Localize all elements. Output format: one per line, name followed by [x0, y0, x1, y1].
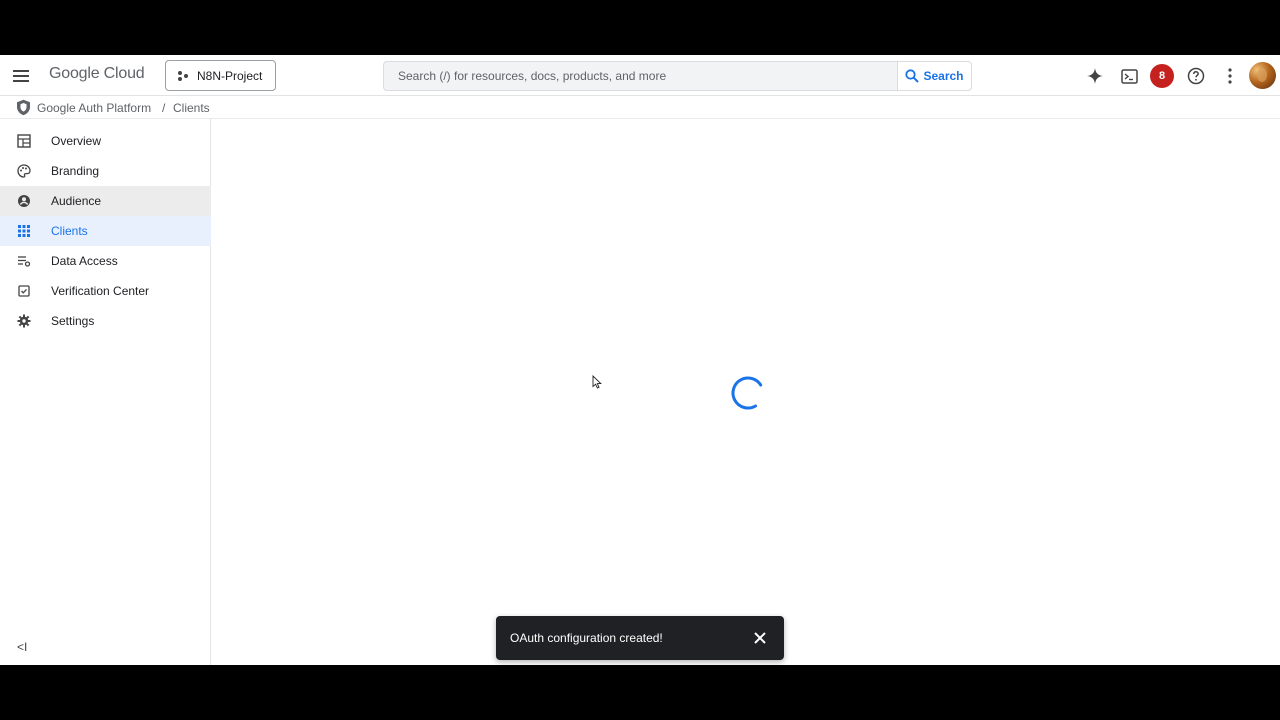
google-cloud-logo[interactable]: Google Cloud	[49, 65, 145, 83]
notifications-badge[interactable]: 8	[1150, 64, 1174, 88]
search-button-label: Search	[923, 69, 964, 83]
sidebar-item-label: Settings	[51, 314, 95, 328]
breadcrumb-root[interactable]: Google Auth Platform	[37, 101, 151, 115]
help-icon[interactable]	[1183, 63, 1209, 89]
cloud-console-window: Google Cloud N8N-Project Search 8	[0, 55, 1280, 665]
project-nodes-icon	[178, 70, 188, 81]
apps-grid-icon	[18, 225, 30, 237]
dashboard-icon	[17, 134, 31, 148]
logo-cloud-text: Cloud	[103, 65, 145, 82]
sidebar-item-clients[interactable]: Clients	[0, 216, 211, 246]
search-icon	[905, 69, 920, 83]
sidebar-item-data-access[interactable]: Data Access	[0, 246, 211, 276]
sidebar-item-verification-center[interactable]: Verification Center	[0, 276, 211, 306]
top-right-toolbar: 8	[1082, 63, 1251, 89]
more-vert-icon[interactable]	[1217, 63, 1243, 89]
data-access-icon	[18, 256, 31, 267]
search-input[interactable]	[398, 69, 897, 83]
sidebar-item-overview[interactable]: Overview	[0, 126, 211, 156]
breadcrumb: Google Auth Platform / Clients	[0, 96, 1280, 119]
mouse-cursor-icon	[592, 375, 602, 389]
breadcrumb-current[interactable]: Clients	[173, 101, 210, 115]
search-button[interactable]: Search	[897, 61, 972, 91]
letterbox-bottom	[0, 665, 1280, 720]
user-avatar[interactable]	[1249, 62, 1276, 89]
sidebar-item-label: Overview	[51, 134, 102, 148]
verification-icon	[18, 285, 30, 297]
gear-icon	[17, 314, 31, 328]
sidebar-item-label: Verification Center	[51, 284, 150, 298]
sidebar-item-label: Audience	[51, 194, 102, 208]
sidebar-item-label: Branding	[51, 164, 100, 178]
navigation-menu-icon[interactable]	[10, 65, 32, 87]
shield-icon	[17, 99, 30, 116]
sidebar-item-audience[interactable]: Audience	[0, 186, 211, 216]
sidebar-item-label: Clients	[51, 224, 88, 238]
sidebar: Overview Branding Audience Clients Data …	[0, 119, 211, 665]
main-content	[212, 119, 1280, 665]
sidebar-item-label: Data Access	[51, 254, 118, 268]
letterbox-top	[0, 0, 1280, 55]
snackbar-message: OAuth configuration created!	[510, 631, 663, 645]
gemini-sparkle-icon[interactable]	[1082, 63, 1108, 89]
logo-google-text: Google	[49, 65, 100, 82]
cloud-shell-terminal-icon[interactable]	[1116, 63, 1142, 89]
sidebar-item-settings[interactable]: Settings	[0, 306, 211, 336]
palette-icon	[17, 164, 31, 178]
project-name: N8N-Project	[197, 68, 263, 83]
top-bar: Google Cloud N8N-Project Search 8	[0, 55, 1280, 96]
account-circle-icon	[18, 195, 30, 207]
loading-spinner	[731, 376, 765, 410]
close-icon[interactable]	[752, 630, 768, 646]
sidebar-item-branding[interactable]: Branding	[0, 156, 211, 186]
breadcrumb-separator: /	[162, 101, 166, 115]
snackbar: OAuth configuration created!	[496, 616, 784, 660]
search-field[interactable]	[383, 61, 898, 91]
project-picker-button[interactable]: N8N-Project	[165, 60, 276, 91]
collapse-sidebar-button[interactable]: <I	[17, 640, 27, 654]
